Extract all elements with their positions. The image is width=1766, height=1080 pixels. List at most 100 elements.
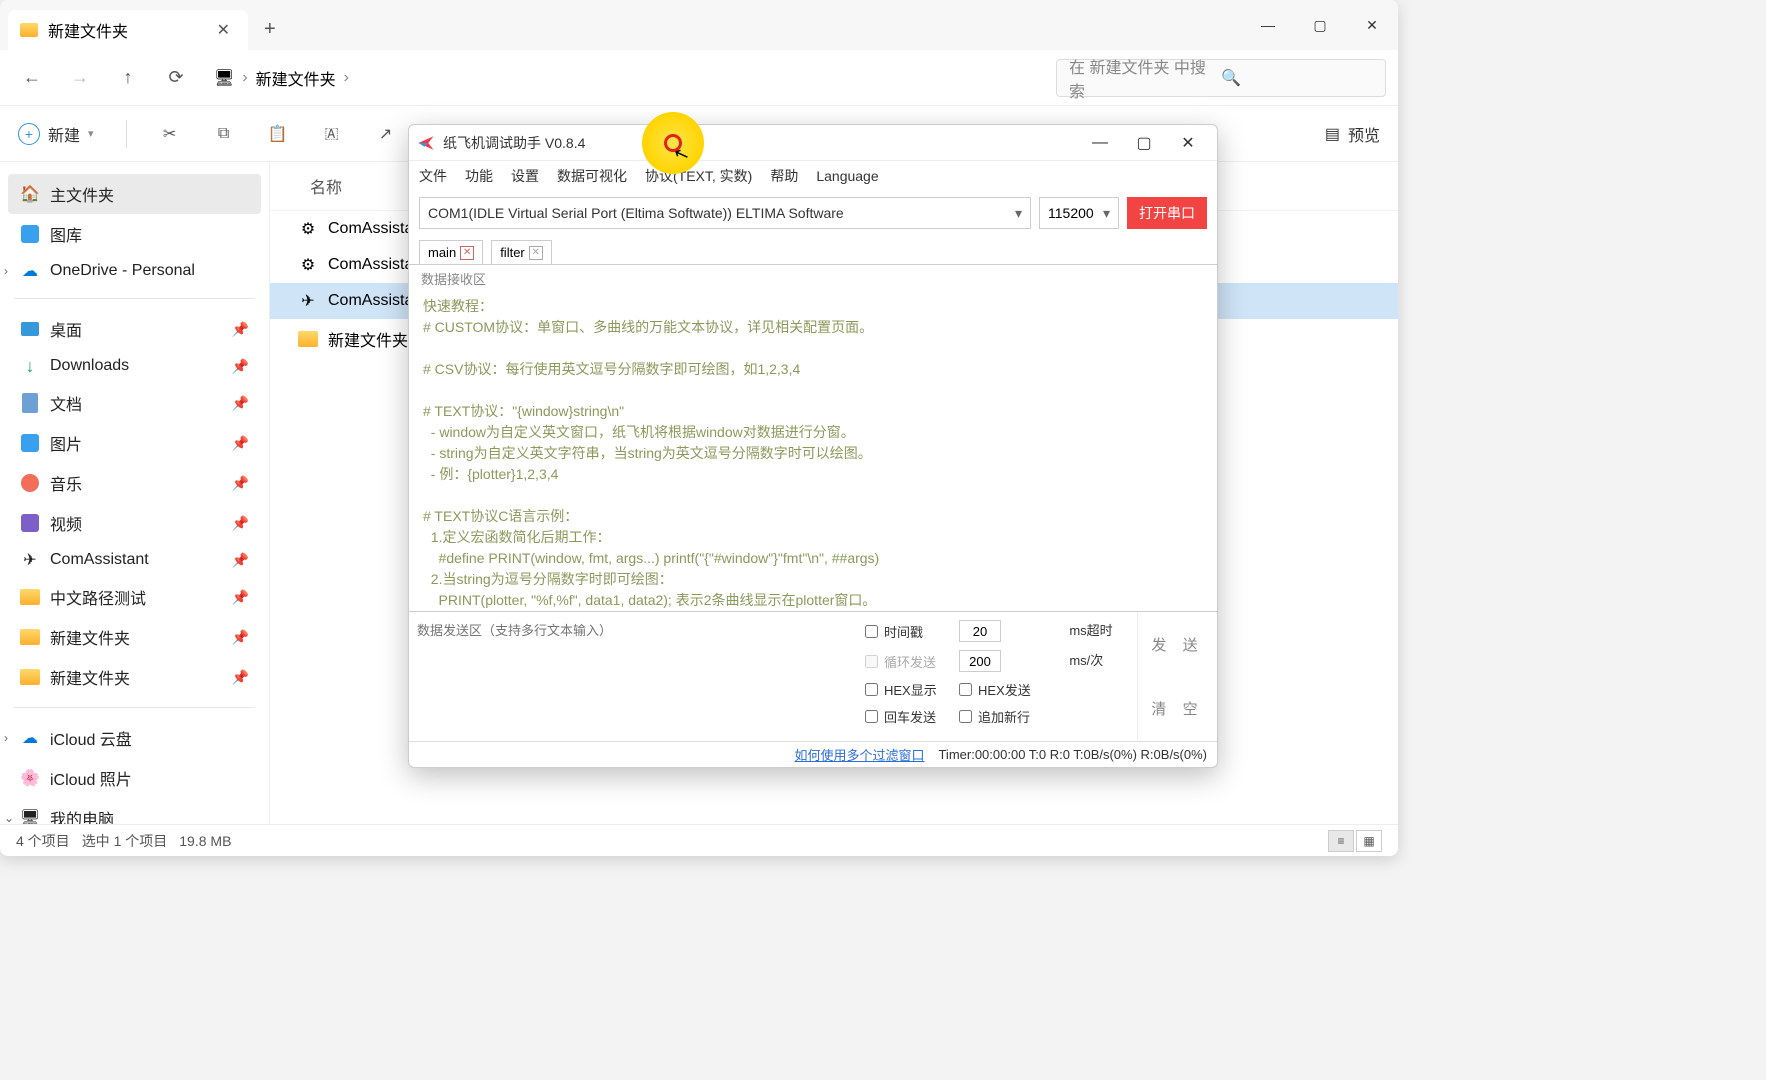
paste-icon[interactable]: 📋 (267, 123, 289, 145)
selection-size: 19.8 MB (179, 833, 231, 849)
refresh-button[interactable]: ⟳ (156, 58, 196, 98)
sidebar-item-label: 我的电脑 (50, 806, 114, 824)
app-title: 纸飞机调试助手 V0.8.4 (443, 133, 585, 153)
minimize-button[interactable]: — (1079, 128, 1121, 158)
close-icon[interactable]: ✕ (460, 246, 474, 260)
minimize-button[interactable]: — (1242, 5, 1294, 45)
sidebar-item-gallery[interactable]: 图库 (8, 214, 261, 254)
opt-appendnl[interactable]: 追加新行 (959, 707, 1129, 726)
opt-loop[interactable]: 循环发送 (865, 650, 953, 672)
sidebar-item-onedrive[interactable]: ›☁OneDrive - Personal (8, 254, 261, 288)
opt-label: HEX显示 (884, 680, 937, 699)
copy-icon[interactable]: ⧉ (213, 123, 235, 145)
preview-label: 预览 (1348, 122, 1380, 146)
search-icon: 🔍 (1221, 68, 1373, 88)
chevron-right-icon: › (242, 69, 247, 87)
click-highlight (642, 112, 704, 174)
breadcrumb[interactable]: 🖥 › 新建文件夹 › (204, 62, 1048, 94)
opt-timestamp[interactable]: 时间戳 (865, 620, 953, 642)
maximize-button[interactable]: ▢ (1294, 5, 1346, 45)
timestamp-value[interactable] (959, 620, 1001, 642)
sidebar-item-cnpath[interactable]: 中文路径测试📌 (8, 577, 261, 617)
tab-filter[interactable]: filter✕ (491, 240, 552, 264)
selection-count: 选中 1 个项目 (82, 831, 168, 851)
cut-icon[interactable]: ✂ (159, 123, 181, 145)
pin-icon[interactable]: 📌 (232, 669, 249, 686)
forward-button[interactable]: → (60, 58, 100, 98)
new-button[interactable]: + 新建 ▾ (18, 122, 94, 146)
tab-main[interactable]: main✕ (419, 240, 483, 264)
tx-options: 时间戳 ms超时 循环发送 ms/次 HEX显示 HEX发送 回车发送 追加新行 (857, 612, 1137, 741)
sidebar-item-pictures[interactable]: 图片📌 (8, 423, 261, 463)
menu-dataviz[interactable]: 数据可视化 (557, 166, 627, 186)
chevron-down-icon: ▾ (1103, 205, 1110, 222)
help-link[interactable]: 如何使用多个过滤窗口 (794, 745, 924, 764)
opt-hexsend[interactable]: HEX发送 (959, 680, 1129, 699)
sidebar-item-thispc[interactable]: ⌄🖥我的电脑 (8, 798, 261, 824)
send-button[interactable]: 发 送 (1138, 612, 1217, 677)
open-port-button[interactable]: 打开串口 (1127, 197, 1207, 229)
preview-button[interactable]: ▤ 预览 (1325, 122, 1380, 146)
sidebar-item-desktop[interactable]: 桌面📌 (8, 309, 261, 349)
app-titlebar[interactable]: 纸飞机调试助手 V0.8.4 — ▢ ✕ (409, 125, 1217, 161)
up-button[interactable]: ↑ (108, 58, 148, 98)
sidebar-item-comassistant[interactable]: ✈ComAssistant📌 (8, 543, 261, 577)
close-tab-icon[interactable]: ✕ (211, 18, 236, 42)
pin-icon[interactable]: 📌 (232, 629, 249, 646)
close-icon[interactable]: ✕ (529, 246, 543, 260)
menu-help[interactable]: 帮助 (770, 166, 798, 186)
pin-icon[interactable]: 📌 (232, 589, 249, 606)
breadcrumb-item[interactable]: 新建文件夹 (256, 66, 336, 90)
chevron-right-icon[interactable]: › (4, 264, 8, 278)
window-tab[interactable]: 新建文件夹 ✕ (8, 10, 248, 50)
rename-icon[interactable]: 🇦 (321, 123, 343, 145)
sidebar-item-icloud-drive[interactable]: ›☁iCloud 云盘 (8, 718, 261, 758)
list-view-button[interactable]: ≡ (1328, 830, 1354, 852)
serial-assistant-window: 纸飞机调试助手 V0.8.4 — ▢ ✕ 文件 功能 设置 数据可视化 协议(T… (408, 124, 1218, 768)
menu-settings[interactable]: 设置 (511, 166, 539, 186)
close-button[interactable]: ✕ (1167, 128, 1209, 158)
pin-icon[interactable]: 📌 (232, 475, 249, 492)
sidebar-item-newfolder[interactable]: 新建文件夹 📌 (8, 617, 261, 657)
status-text: Timer:00:00:00 T:0 R:0 T:0B/s(0%) R:0B/s… (938, 747, 1207, 762)
tx-input[interactable] (409, 612, 857, 741)
sidebar-item-home[interactable]: 🏠主文件夹 (8, 174, 261, 214)
sidebar-item-label: 新建文件夹 (50, 625, 130, 649)
baud-select[interactable]: 115200 ▾ (1039, 197, 1119, 229)
back-button[interactable]: ← (12, 58, 52, 98)
sidebar-item-downloads[interactable]: ↓Downloads📌 (8, 349, 261, 383)
pin-icon[interactable]: 📌 (232, 321, 249, 338)
sidebar-item-icloud-photos[interactable]: 🌸iCloud 照片 (8, 758, 261, 798)
pin-icon[interactable]: 📌 (232, 515, 249, 532)
menu-function[interactable]: 功能 (465, 166, 493, 186)
port-select[interactable]: COM1(IDLE Virtual Serial Port (Eltima So… (419, 197, 1031, 229)
share-icon[interactable]: ↗ (375, 123, 397, 145)
sidebar-item-documents[interactable]: 文档📌 (8, 383, 261, 423)
maximize-button[interactable]: ▢ (1123, 128, 1165, 158)
grid-view-button[interactable]: ▦ (1356, 830, 1382, 852)
pin-icon[interactable]: 📌 (232, 435, 249, 452)
sidebar-item-videos[interactable]: 视频📌 (8, 503, 261, 543)
clear-button[interactable]: 清 空 (1138, 677, 1217, 742)
pin-icon[interactable]: 📌 (232, 395, 249, 412)
file-name: 新建文件夹 (328, 327, 408, 351)
baud-value: 115200 (1048, 205, 1094, 221)
menu-file[interactable]: 文件 (419, 166, 447, 186)
opt-hexshow[interactable]: HEX显示 (865, 680, 953, 699)
rx-textarea[interactable]: 快速教程：# CUSTOM协议：单窗口、多曲线的万能文本协议，详见相关配置页面。… (409, 292, 1217, 611)
search-box[interactable]: 在 新建文件夹 中搜索 🔍 (1056, 59, 1386, 97)
close-button[interactable]: ✕ (1346, 5, 1398, 45)
chevron-right-icon[interactable]: › (4, 731, 8, 745)
opt-crsend[interactable]: 回车发送 (865, 707, 953, 726)
menu-language[interactable]: Language (816, 168, 878, 184)
pin-icon[interactable]: 📌 (232, 552, 249, 569)
pin-icon[interactable]: 📌 (232, 358, 249, 375)
sidebar-item-music[interactable]: 音乐📌 (8, 463, 261, 503)
chevron-down-icon[interactable]: ⌄ (4, 811, 14, 824)
new-tab-button[interactable]: + (264, 18, 276, 41)
loop-value[interactable] (959, 650, 1001, 672)
sidebar-item-newfolder[interactable]: 新建文件夹 📌 (8, 657, 261, 697)
tab-title: 新建文件夹 (48, 18, 128, 42)
plus-icon: + (18, 123, 40, 145)
sidebar-item-label: 新建文件夹 (50, 665, 130, 689)
